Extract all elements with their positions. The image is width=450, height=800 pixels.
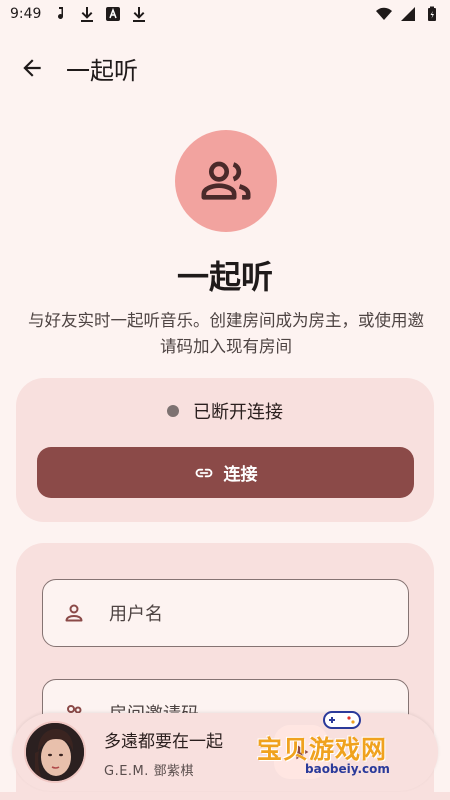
signal-icon	[401, 7, 415, 21]
connection-card: 已断开连接 连接	[16, 378, 434, 522]
watermark-url: baobeiy.com	[305, 762, 390, 776]
song-title: 多遠都要在一起	[104, 732, 223, 752]
song-artist: G.E.M. 鄧紫棋	[104, 764, 195, 779]
username-field[interactable]: 用户名	[42, 579, 409, 647]
download-icon	[81, 7, 94, 22]
back-button[interactable]	[12, 48, 52, 88]
app-bar: 一起听	[0, 40, 450, 96]
connect-button-label: 连接	[223, 465, 258, 485]
username-placeholder: 用户名	[109, 604, 163, 625]
status-bar: 9:49	[0, 0, 450, 28]
group-icon	[201, 161, 251, 200]
notification-icons	[53, 6, 147, 22]
music-note-icon	[58, 7, 64, 19]
system-icons	[376, 6, 440, 22]
person-icon	[61, 600, 87, 626]
album-art	[24, 721, 86, 783]
page-description: 与好友实时一起听音乐。创建房间成为房主，或使用邀请码加入现有房间	[28, 311, 424, 356]
wifi-icon	[376, 7, 392, 21]
connection-status-text: 已断开连接	[193, 402, 283, 423]
status-dot-icon	[167, 405, 179, 417]
back-arrow-icon	[23, 59, 41, 77]
connection-status: 已断开连接	[16, 398, 434, 424]
group-avatar	[175, 130, 277, 232]
battery-icon	[428, 6, 436, 21]
connect-button[interactable]: 连接	[37, 447, 414, 498]
font-icon	[106, 7, 121, 21]
app-bar-title: 一起听	[66, 56, 138, 85]
page-title: 一起听	[176, 258, 273, 296]
watermark: 宝贝游戏网 baobeiy.com	[255, 708, 430, 786]
watermark-text: 宝贝游戏网	[257, 735, 388, 764]
gamepad-icon	[323, 711, 361, 729]
download-icon	[133, 7, 146, 22]
bottom-navigation-edge	[0, 792, 450, 800]
link-icon	[195, 468, 212, 477]
status-time: 9:49	[10, 6, 42, 22]
